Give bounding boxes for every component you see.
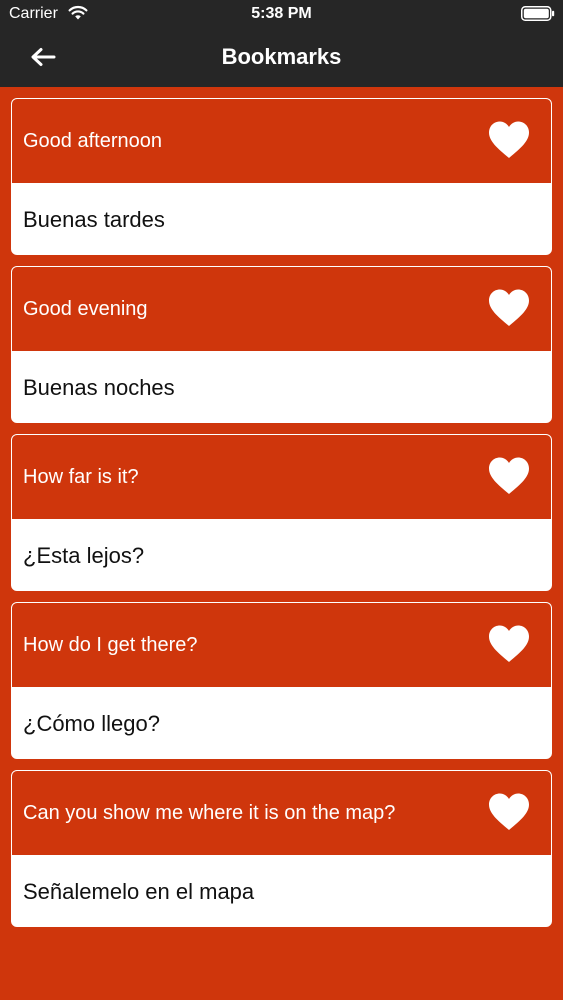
status-time: 5:38 PM	[251, 5, 312, 22]
page-title: Bookmarks	[221, 44, 342, 69]
bookmark-card-header: How far is it?	[12, 435, 551, 519]
bookmark-card-body: ¿Cómo llego?	[12, 687, 551, 758]
bookmark-card-header: How do I get there?	[12, 603, 551, 687]
bookmark-card[interactable]: Good evening Buenas noches	[11, 266, 552, 423]
bookmark-heart-button[interactable]	[487, 288, 531, 328]
english-phrase: Good afternoon	[23, 129, 162, 152]
spanish-phrase: Señalemelo en el mapa	[23, 878, 255, 904]
bookmark-card-header: Can you show me where it is on the map?	[12, 771, 551, 855]
bookmark-card-body: Buenas tardes	[12, 183, 551, 254]
bookmark-heart-button[interactable]	[487, 792, 531, 832]
bookmark-card-header: Good evening	[12, 267, 551, 351]
spanish-phrase: Buenas noches	[23, 374, 175, 400]
spanish-phrase: ¿Esta lejos?	[23, 542, 145, 568]
heart-icon	[489, 121, 529, 158]
bookmark-card[interactable]: How do I get there? ¿Cómo llego?	[11, 602, 552, 759]
bookmark-card[interactable]: Can you show me where it is on the map? …	[11, 770, 552, 927]
heart-icon	[489, 457, 529, 494]
english-phrase: How far is it?	[23, 465, 139, 488]
spanish-phrase: ¿Cómo llego?	[23, 710, 160, 736]
spanish-phrase: Buenas tardes	[23, 206, 165, 232]
heart-icon	[489, 625, 529, 662]
bookmark-card-body: Buenas noches	[12, 351, 551, 422]
heart-icon	[489, 793, 529, 830]
top-bar: Carrier 5:38 PM Bookmarks	[0, 0, 563, 87]
bookmark-card[interactable]: How far is it? ¿Esta lejos?	[11, 434, 552, 591]
status-bar: Carrier 5:38 PM	[0, 0, 563, 28]
bookmark-card-body: ¿Esta lejos?	[12, 519, 551, 590]
bookmark-heart-button[interactable]	[487, 456, 531, 496]
battery-icon	[521, 6, 555, 21]
nav-bar: Bookmarks	[0, 28, 563, 87]
english-phrase: Can you show me where it is on the map?	[23, 801, 396, 824]
bookmark-heart-button[interactable]	[487, 624, 531, 664]
bookmark-heart-button[interactable]	[487, 120, 531, 160]
heart-icon	[489, 289, 529, 326]
bookmark-card-body: Señalemelo en el mapa	[12, 855, 551, 926]
bookmark-card-header: Good afternoon	[12, 99, 551, 183]
bookmark-card[interactable]: Good afternoon Buenas tardes	[11, 98, 552, 255]
bookmark-list: Good afternoon Buenas tardes Good evenin…	[11, 98, 552, 938]
english-phrase: Good evening	[23, 297, 148, 320]
english-phrase: How do I get there?	[23, 633, 198, 656]
